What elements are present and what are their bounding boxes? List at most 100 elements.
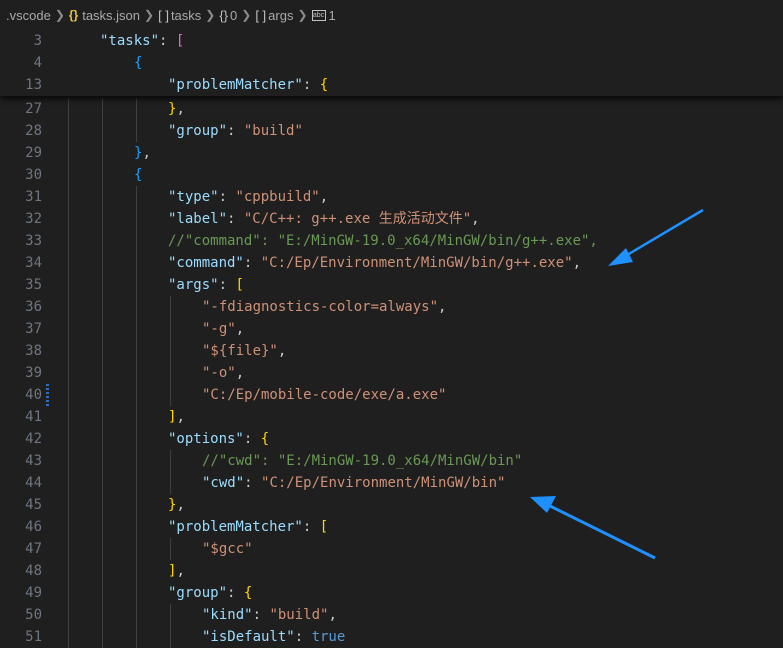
indent-guide xyxy=(68,604,69,626)
indent-guide xyxy=(68,560,69,582)
code-line[interactable]: 31 "type": "cppbuild", xyxy=(0,186,783,208)
code-token: , xyxy=(471,211,480,227)
breadcrumb-args[interactable]: [ ] args xyxy=(255,8,293,23)
indent-guide xyxy=(136,406,137,428)
indent-guide xyxy=(102,560,103,582)
code-line[interactable]: 50 "kind": "build", xyxy=(0,604,783,626)
breadcrumb-index[interactable]: {} 0 xyxy=(219,8,237,23)
code-text: "command": "C:/Ep/Environment/MinGW/bin/… xyxy=(168,252,581,274)
indent-guide xyxy=(136,472,137,494)
code-text: "$gcc" xyxy=(202,538,253,560)
code-line[interactable]: 28 "group": "build" xyxy=(0,120,783,142)
indent-guide xyxy=(102,142,103,164)
code-token: , xyxy=(319,189,329,205)
code-line[interactable]: 3 "tasks": [ xyxy=(0,30,783,52)
breadcrumb-folder[interactable]: .vscode xyxy=(6,8,51,23)
indent-guide xyxy=(136,120,137,142)
code-line[interactable]: 48], xyxy=(0,560,783,582)
code-line[interactable]: 34 "command": "C:/Ep/Environment/MinGW/bi… xyxy=(0,252,783,274)
code-line[interactable]: 13 "problemMatcher": { xyxy=(0,74,783,96)
code-token: : xyxy=(243,431,261,447)
line-number: 31 xyxy=(25,189,42,205)
code-text: "tasks": [ xyxy=(100,30,184,52)
indent-guide xyxy=(136,582,137,604)
code-line[interactable]: 51 "isDefault": true xyxy=(0,626,783,648)
code-line[interactable]: 49 "group": { xyxy=(0,582,783,604)
code-token: "-o" xyxy=(202,365,236,381)
indent-guide xyxy=(170,626,171,648)
indent-guide xyxy=(102,494,103,516)
code-editor[interactable]: 27}, 28 "group": "build" 29}, 30{31 "type": "… xyxy=(0,30,783,648)
indent-guide xyxy=(170,318,171,340)
code-text: "problemMatcher": { xyxy=(168,74,328,96)
code-line[interactable]: 41], xyxy=(0,406,783,428)
indent-guide xyxy=(68,362,69,384)
code-text: "problemMatcher": [ xyxy=(168,516,328,538)
line-number: 3 xyxy=(33,33,42,49)
indent-guide xyxy=(68,626,69,648)
line-number: 50 xyxy=(25,607,42,623)
code-text: "kind": "build", xyxy=(202,604,337,626)
code-token: : xyxy=(302,77,320,93)
code-token: , xyxy=(277,343,287,359)
indent-guide xyxy=(68,384,69,406)
code-line[interactable]: 47 "$gcc" xyxy=(0,538,783,560)
breadcrumb-item[interactable]: abc 1 xyxy=(311,8,336,23)
code-token: : xyxy=(243,255,261,271)
indent-guide xyxy=(102,472,103,494)
code-token: "cppbuild" xyxy=(235,189,320,205)
code-token: : xyxy=(218,189,236,205)
code-text: { xyxy=(134,164,142,186)
line-number: 51 xyxy=(25,629,42,645)
line-number: 13 xyxy=(25,77,42,93)
code-token: "C:/Ep/Environment/MinGW/bin" xyxy=(261,475,506,491)
indent-guide xyxy=(136,494,137,516)
indent-guide xyxy=(136,186,137,208)
line-number: 32 xyxy=(25,211,42,227)
code-line[interactable]: 32 "label": "C/C++: g++.exe 生成活动文件", xyxy=(0,208,783,230)
indent-guide xyxy=(136,340,137,362)
code-line[interactable]: 40 "C:/Ep/mobile-code/exe/a.exe" xyxy=(0,384,783,406)
code-line[interactable]: 43 //"cwd": "E:/MinGW-19.0_x64/MinGW/bin" xyxy=(0,450,783,472)
code-token: : xyxy=(244,475,262,491)
indent-guide xyxy=(68,428,69,450)
breadcrumb-tasks[interactable]: [ ] tasks xyxy=(158,8,201,23)
code-text: "group": "build" xyxy=(168,120,303,142)
indent-guide xyxy=(102,186,103,208)
indent-guide xyxy=(68,538,69,560)
code-token: "problemMatcher" xyxy=(168,519,303,535)
code-line[interactable]: 30 { xyxy=(0,164,783,186)
chevron-right-icon: ❯ xyxy=(54,8,65,22)
line-number: 33 xyxy=(25,233,42,249)
code-line[interactable]: 36 "-fdiagnostics-color=always", xyxy=(0,296,783,318)
code-line[interactable]: 44 "cwd": "C:/Ep/Environment/MinGW/bin" xyxy=(0,472,783,494)
indent-guide xyxy=(136,274,137,296)
code-line[interactable]: 45}, xyxy=(0,494,783,516)
code-token: "-fdiagnostics-color=always" xyxy=(202,299,439,315)
code-line[interactable]: 27}, xyxy=(0,98,783,120)
code-line[interactable]: 38 "${file}", xyxy=(0,340,783,362)
indent-guide xyxy=(136,626,137,648)
code-line[interactable]: 35 "args": [ xyxy=(0,274,783,296)
indent-guide xyxy=(102,604,103,626)
sticky-scroll[interactable]: 3 "tasks": [4{ 13 "problemMatcher": { xyxy=(0,30,783,96)
code-line[interactable]: 29}, xyxy=(0,142,783,164)
code-text: "-o", xyxy=(202,362,244,384)
code-token: : xyxy=(227,585,244,601)
line-number: 48 xyxy=(25,563,42,579)
line-number: 34 xyxy=(25,255,42,271)
code-line[interactable]: 42 "options": { xyxy=(0,428,783,450)
line-number: 39 xyxy=(25,365,42,381)
code-line[interactable]: 33 //"command": "E:/MinGW-19.0_x64/MinGW/… xyxy=(0,230,783,252)
line-number: 43 xyxy=(25,453,42,469)
code-line[interactable]: 37 "-g", xyxy=(0,318,783,340)
line-number: 46 xyxy=(25,519,42,535)
code-line[interactable]: 39 "-o", xyxy=(0,362,783,384)
code-line[interactable]: 46 "problemMatcher": [ xyxy=(0,516,783,538)
breadcrumb-file[interactable]: {} tasks.json xyxy=(69,8,140,23)
indent-guide xyxy=(102,230,103,252)
code-token: "command" xyxy=(168,255,244,271)
code-token: "args" xyxy=(168,277,219,293)
code-line[interactable]: 4{ xyxy=(0,52,783,74)
indent-guide xyxy=(102,98,103,120)
